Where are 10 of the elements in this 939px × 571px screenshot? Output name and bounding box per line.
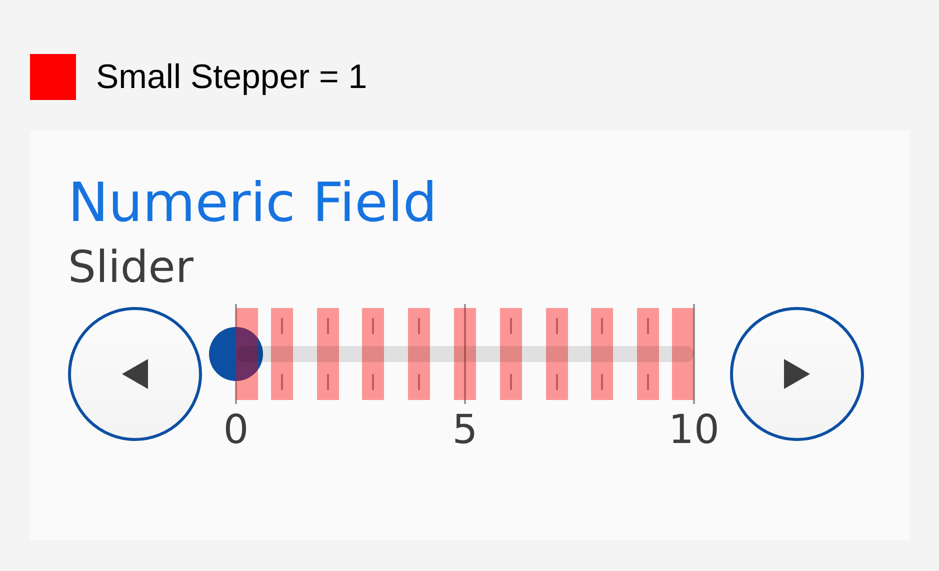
tick-label: 10 <box>668 406 720 454</box>
legend-label: Small Stepper = 1 <box>96 56 368 98</box>
card-subtitle: Slider <box>68 241 194 295</box>
tick-label: 5 <box>452 406 478 454</box>
slider-track[interactable] <box>236 346 694 362</box>
card-title: Numeric Field <box>68 170 438 236</box>
left-triangle-icon <box>122 359 148 389</box>
right-triangle-icon <box>784 359 810 389</box>
tick-label: 0 <box>223 406 249 454</box>
slider-thumb[interactable] <box>209 327 263 381</box>
